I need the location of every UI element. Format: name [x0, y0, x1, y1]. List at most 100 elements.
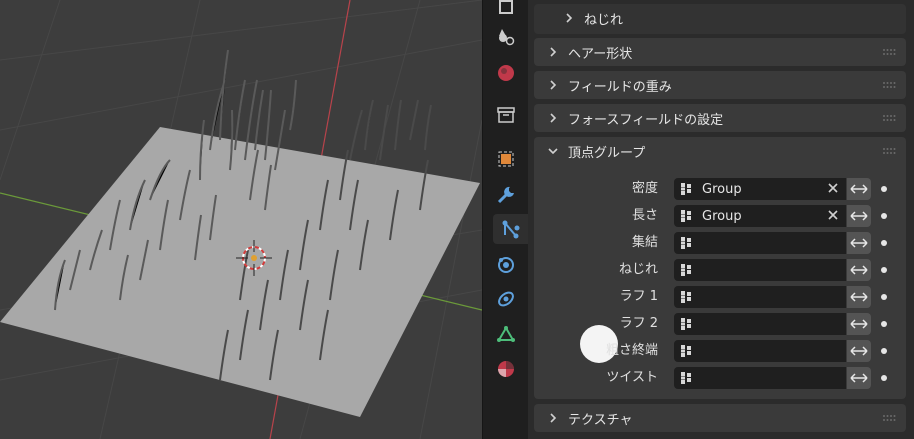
chevron-right-icon — [566, 13, 573, 23]
invert-toggle[interactable] — [847, 286, 871, 308]
drag-grip-icon[interactable] — [882, 146, 896, 156]
drag-grip-icon[interactable] — [882, 47, 896, 57]
constraints-icon[interactable] — [491, 284, 521, 314]
chevron-right-icon — [550, 113, 557, 123]
animate-property-dot[interactable] — [881, 375, 887, 381]
vertex-group-field[interactable] — [674, 259, 846, 281]
drag-grip-icon[interactable] — [882, 113, 896, 123]
vertex-group-icon — [681, 210, 691, 222]
chevron-right-icon — [550, 80, 557, 90]
panel-title: フォースフィールドの設定 — [568, 112, 724, 128]
panel-title: ヘアー形状 — [568, 46, 633, 62]
panel-field-weights[interactable]: フィールドの重み — [534, 71, 906, 99]
animate-property-dot[interactable] — [881, 213, 887, 219]
properties-editor: ねじれ ヘアー形状 フィールドの重み フォースフィールドの設定 頂点グループ 密… — [528, 0, 914, 439]
animate-property-dot[interactable] — [881, 294, 887, 300]
vertex-group-field[interactable] — [674, 367, 846, 389]
physics-icon[interactable] — [491, 250, 521, 280]
panel-twist-sub[interactable]: ねじれ — [534, 4, 906, 34]
vertex-group-row: 集結 — [534, 232, 906, 254]
render-icon[interactable] — [491, 0, 521, 22]
invert-arrows-icon — [850, 292, 868, 302]
invert-arrows-icon — [850, 184, 868, 194]
chevron-right-icon — [550, 413, 557, 423]
vertex-group-row: 粗さ終端 — [534, 340, 906, 362]
panel-hair-shape[interactable]: ヘアー形状 — [534, 38, 906, 66]
invert-arrows-icon — [850, 211, 868, 221]
panel-title: テクスチャ — [568, 412, 633, 428]
vertex-group-row: 長さ Group — [534, 205, 906, 227]
modifier-wrench-icon[interactable] — [491, 180, 521, 210]
panel-texture[interactable]: テクスチャ — [534, 404, 906, 432]
invert-arrows-icon — [850, 373, 868, 383]
animate-property-dot[interactable] — [881, 267, 887, 273]
vertex-group-value: Group — [702, 208, 742, 224]
vertex-group-field[interactable] — [674, 286, 846, 308]
vertex-group-label: 粗さ終端 — [605, 343, 658, 358]
invert-toggle[interactable] — [847, 313, 871, 335]
vertex-group-field[interactable] — [674, 340, 846, 362]
vertex-group-icon — [681, 183, 691, 195]
vertex-group-row: ねじれ — [534, 259, 906, 281]
animate-property-dot[interactable] — [881, 240, 887, 246]
ground-plane — [0, 127, 480, 417]
data-mesh-icon[interactable] — [491, 320, 521, 350]
vertex-group-row: 密度 Group — [534, 178, 906, 200]
material-icon[interactable] — [491, 354, 521, 384]
vertex-group-field[interactable] — [674, 313, 846, 335]
panel-force-field-settings[interactable]: フォースフィールドの設定 — [534, 104, 906, 132]
vertex-group-icon — [681, 372, 691, 384]
drag-grip-icon[interactable] — [882, 413, 896, 423]
invert-toggle[interactable] — [847, 259, 871, 281]
vertex-group-icon — [681, 291, 691, 303]
vertex-group-icon — [681, 264, 691, 276]
chevron-down-icon — [548, 148, 558, 155]
world-icon[interactable] — [491, 58, 521, 88]
vertex-group-icon — [681, 345, 691, 357]
animate-property-dot[interactable] — [881, 186, 887, 192]
vertex-group-label: ラフ 2 — [619, 316, 658, 331]
chevron-right-icon — [550, 47, 557, 57]
invert-arrows-icon — [850, 265, 868, 275]
drag-grip-icon[interactable] — [882, 80, 896, 90]
clear-icon[interactable] — [826, 208, 840, 222]
vertex-group-field[interactable]: Group — [674, 205, 846, 227]
invert-arrows-icon — [850, 346, 868, 356]
animate-property-dot[interactable] — [881, 348, 887, 354]
panel-title: フィールドの重み — [568, 79, 672, 95]
invert-toggle[interactable] — [847, 340, 871, 362]
invert-toggle[interactable] — [847, 205, 871, 227]
collection-icon[interactable] — [491, 100, 521, 130]
vertex-group-label: ツイスト — [606, 370, 658, 385]
invert-toggle[interactable] — [847, 232, 871, 254]
animate-property-dot[interactable] — [881, 321, 887, 327]
vertex-group-field[interactable]: Group — [674, 178, 846, 200]
scene-icon[interactable] — [491, 22, 521, 52]
vertex-group-label: ラフ 1 — [619, 289, 658, 304]
vertex-group-icon — [681, 237, 691, 249]
clear-icon[interactable] — [826, 181, 840, 195]
vertex-group-row: ツイスト — [534, 367, 906, 389]
properties-tab-bar — [482, 0, 529, 439]
panel-title: 頂点グループ — [568, 145, 646, 161]
vertex-group-field[interactable] — [674, 232, 846, 254]
particles-icon[interactable] — [493, 214, 529, 244]
vertex-group-row: ラフ 2 — [534, 313, 906, 335]
invert-arrows-icon — [850, 319, 868, 329]
vertex-group-label: ねじれ — [618, 262, 658, 277]
invert-toggle[interactable] — [847, 367, 871, 389]
vertex-group-label: 長さ — [631, 208, 658, 223]
3d-viewport[interactable] — [0, 0, 482, 439]
object-icon[interactable] — [491, 144, 521, 174]
vertex-group-label: 密度 — [631, 181, 658, 196]
invert-toggle[interactable] — [847, 178, 871, 200]
vertex-group-label: 集結 — [631, 235, 658, 250]
panel-title: ねじれ — [584, 12, 624, 28]
panel-header-vertex-groups[interactable]: 頂点グループ — [534, 137, 906, 165]
vertex-group-row: ラフ 1 — [534, 286, 906, 308]
invert-arrows-icon — [850, 238, 868, 248]
vertex-group-value: Group — [702, 181, 742, 197]
viewport-scene — [0, 0, 482, 439]
vertex-group-icon — [681, 318, 691, 330]
panel-vertex-groups: 頂点グループ 密度 Group 長さ Group 集結ねじれラフ 1 ラフ 2 粗さ終端ツイ… — [534, 137, 906, 399]
